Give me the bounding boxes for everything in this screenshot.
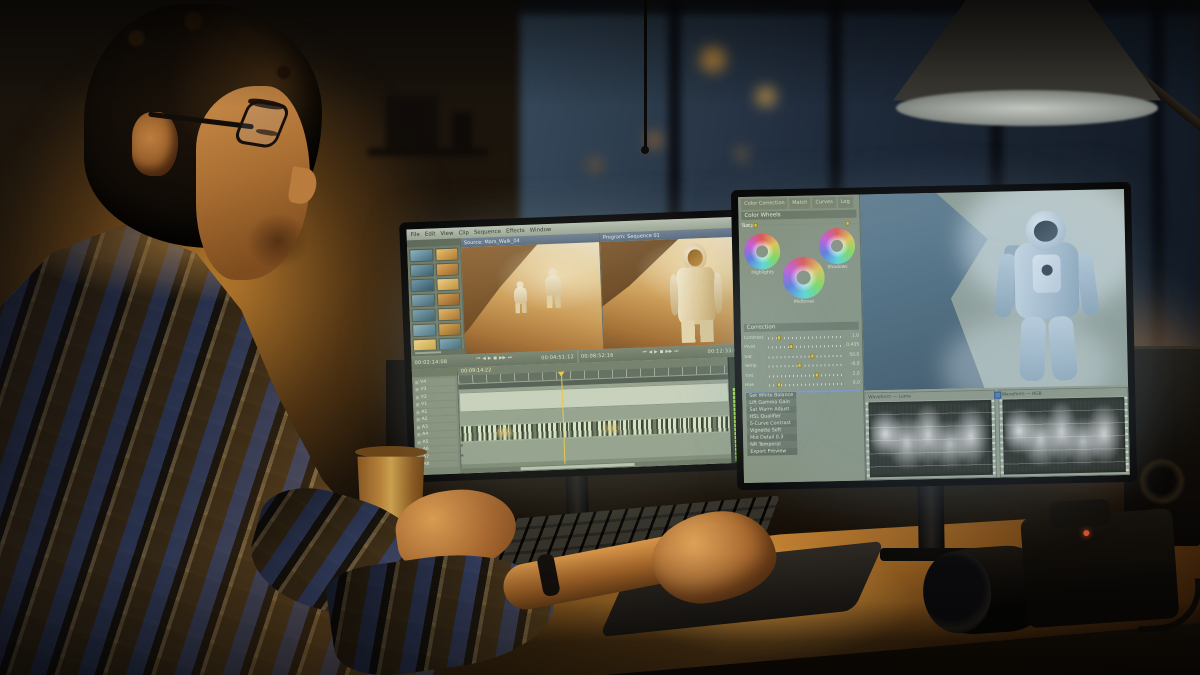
camera-prism-hump	[1049, 498, 1111, 528]
bokeh-light	[756, 86, 776, 106]
menu-item[interactable]: Edit	[425, 231, 436, 237]
panel-tab[interactable]: Curves	[812, 197, 836, 208]
photo-scene: FileEditViewClipSequenceEffectsWindow So…	[0, 0, 1200, 675]
shelf-silhouette	[368, 86, 488, 164]
menu-item[interactable]: Clip	[458, 230, 469, 236]
panel-tabs: Color CorrectionMatchCurvesLog	[741, 197, 856, 210]
bokeh-light	[646, 132, 662, 148]
man-ear	[132, 112, 178, 176]
bokeh-light	[700, 46, 726, 72]
bokeh-light	[736, 148, 748, 160]
menu-item[interactable]: File	[410, 231, 419, 237]
lamp-cord	[644, 0, 647, 150]
clip-thumbnail[interactable]	[409, 248, 433, 262]
bokeh-light	[588, 158, 602, 172]
camera-strap	[1135, 578, 1200, 632]
range-handle[interactable]	[753, 223, 757, 228]
lamp-cord-tip	[641, 146, 649, 154]
beard-shadow	[236, 204, 320, 278]
coffee-cup-rim	[355, 446, 427, 458]
panel-tab[interactable]: Color Correction	[741, 198, 787, 210]
right-screen-glow	[720, 190, 1180, 520]
pendant-lamp-diffuser	[896, 90, 1158, 126]
menu-item[interactable]: View	[440, 230, 453, 236]
panel-tab[interactable]: Match	[789, 198, 810, 209]
